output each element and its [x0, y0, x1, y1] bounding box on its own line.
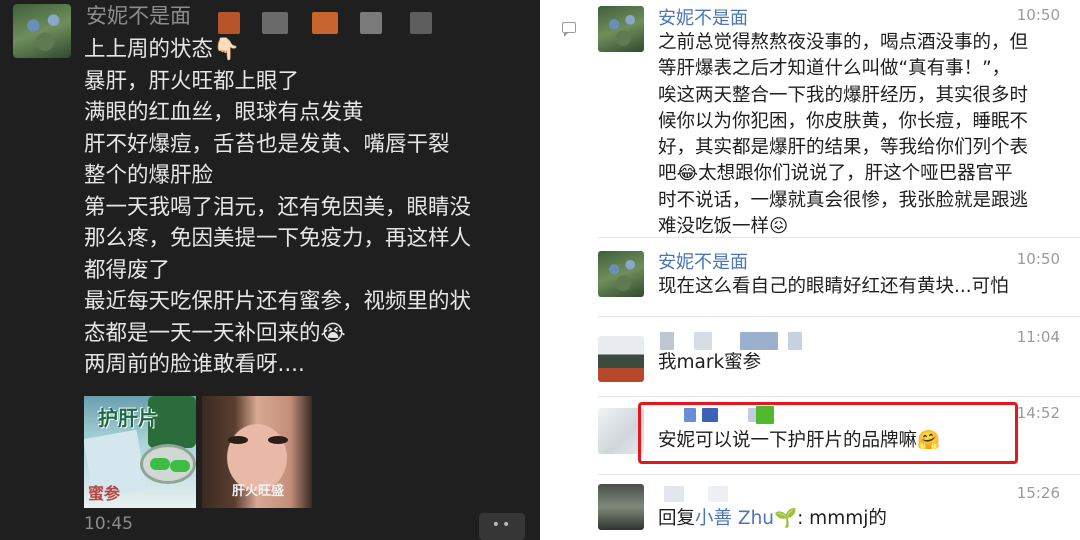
- product-photo[interactable]: 护肝片 蜜参: [84, 396, 196, 508]
- avatar[interactable]: [598, 336, 644, 382]
- comment-line: 吧😂太想跟你们说说了，肝这个哑巴器官平: [658, 163, 1013, 185]
- message-line: 暴肝，肝火旺都上眼了: [84, 68, 300, 94]
- divider: [598, 396, 1080, 397]
- comment-item: 15:26 回复小善 Zhu🌱: mmmj的: [598, 482, 1074, 540]
- comment-line: 等肝爆表之后才知道什么叫做“真有事！”，: [658, 58, 1011, 80]
- eye: [228, 436, 248, 444]
- comment-time: 10:50: [1016, 250, 1060, 268]
- comment-text: 之前总觉得熬熬夜没事的，喝点酒没事的，但 等肝爆表之后才知道什么叫做“真有事！”…: [658, 30, 1068, 240]
- comment-text: 我mark蜜参: [658, 352, 762, 373]
- comment-item: 11:04 我mark蜜参: [598, 326, 1074, 390]
- message-line: 态都是一天一天补回来的😭: [84, 320, 346, 346]
- message-line: 那么疼，免因美提一下免疫力，再这样人: [84, 226, 472, 251]
- commenter-name[interactable]: 安妮不是面: [658, 4, 748, 30]
- avatar[interactable]: [598, 484, 644, 530]
- comment-time: 11:04: [1016, 328, 1060, 346]
- message-line: 整个的爆肝脸: [84, 163, 214, 188]
- redacted-block: [410, 12, 432, 34]
- comment-text: 现在这么看自己的眼睛好红还有黄块...可怕: [658, 276, 1009, 297]
- pill: [150, 458, 170, 470]
- message-body: 上上周的状态👇🏻 暴肝，肝火旺都上眼了 满眼的红血丝，眼球有点发黄 肝不好爆痘，…: [84, 34, 530, 381]
- redacted-block: [218, 12, 240, 34]
- eye: [268, 436, 288, 444]
- right-comment-panel: 安妮不是面 10:50 之前总觉得熬熬夜没事的，喝点酒没事的，但 等肝爆表之后才…: [540, 0, 1080, 540]
- product-label: 护肝片: [98, 406, 158, 430]
- face-photo[interactable]: 肝火旺盛: [202, 396, 312, 508]
- pill: [170, 460, 190, 472]
- reply-text: : mmmj的: [797, 508, 887, 529]
- reply-target-link[interactable]: 小善 Zhu🌱: [695, 508, 797, 529]
- sender-name[interactable]: 安妮不是面: [86, 0, 191, 30]
- message-line: 第一天我喝了泪元，还有免因美，眼睛没: [84, 194, 472, 220]
- sender-avatar[interactable]: [13, 4, 71, 58]
- redacted-name: [740, 332, 778, 350]
- redacted-block: [360, 12, 382, 34]
- message-line: 满眼的红血丝，眼球有点发黄: [84, 100, 364, 125]
- redacted-name: [664, 486, 684, 502]
- comment-time: 15:26: [1016, 484, 1060, 502]
- redacted-name: [694, 332, 712, 350]
- comment-text: 回复小善 Zhu🌱: mmmj的: [658, 506, 1068, 532]
- comment-time: 14:52: [1016, 404, 1060, 422]
- divider: [598, 237, 1080, 238]
- redacted-name: [708, 486, 728, 502]
- photo-caption: 肝火旺盛: [232, 484, 285, 499]
- redacted-block: [262, 12, 288, 34]
- reply-prefix: 回复: [658, 508, 696, 529]
- redacted-name: [660, 332, 674, 350]
- avatar[interactable]: [598, 251, 644, 297]
- comment-line: 好，其实都是爆肝的结果，等我给你们列个表: [658, 137, 1029, 159]
- comment-line: 之前总觉得熬熬夜没事的，喝点酒没事的，但: [658, 32, 1029, 53]
- comment-item: 安妮不是面 10:50 之前总觉得熬熬夜没事的，喝点酒没事的，但 等肝爆表之后才…: [598, 4, 1074, 237]
- commenter-name[interactable]: 安妮不是面: [658, 248, 748, 274]
- comment-line: 候你以为你犯困，你皮肤黄，你长痘，睡眠不: [658, 110, 1029, 132]
- product-label-secondary: 蜜参: [88, 484, 121, 503]
- message-line: 肝不好爆痘，舌苔也是发黄、嘴唇干裂: [84, 131, 450, 157]
- comment-time: 10:50: [1016, 6, 1060, 24]
- comment-line: 唉这两天整合一下我的爆肝经历，其实很多时: [658, 84, 1029, 106]
- highlight-box: [638, 402, 1018, 464]
- message-line: 最近每天吃保肝片还有蜜参，视频里的状: [84, 289, 472, 314]
- more-options-button[interactable]: ••: [479, 513, 525, 540]
- redacted-name: [788, 332, 802, 350]
- avatar[interactable]: [598, 6, 644, 52]
- message-time: 10:45: [84, 514, 133, 534]
- comment-icon[interactable]: [562, 22, 576, 37]
- divider: [598, 316, 1080, 317]
- message-line: 两周前的脸谁敢看呀....: [84, 352, 305, 377]
- comment-line: 时不说话，一爆就真会很惨，我张脸就是跟逃: [658, 189, 1029, 211]
- message-line: 都得废了: [84, 257, 171, 283]
- divider: [598, 474, 1080, 475]
- left-chat-panel: 安妮不是面 上上周的状态👇🏻 暴肝，肝火旺都上眼了 满眼的红血丝，眼球有点发黄 …: [0, 0, 540, 540]
- redacted-block: [312, 12, 338, 34]
- message-line: 上上周的状态👇🏻: [84, 37, 240, 62]
- comment-item: 安妮不是面 10:50 现在这么看自己的眼睛好红还有黄块...可怕: [598, 248, 1074, 308]
